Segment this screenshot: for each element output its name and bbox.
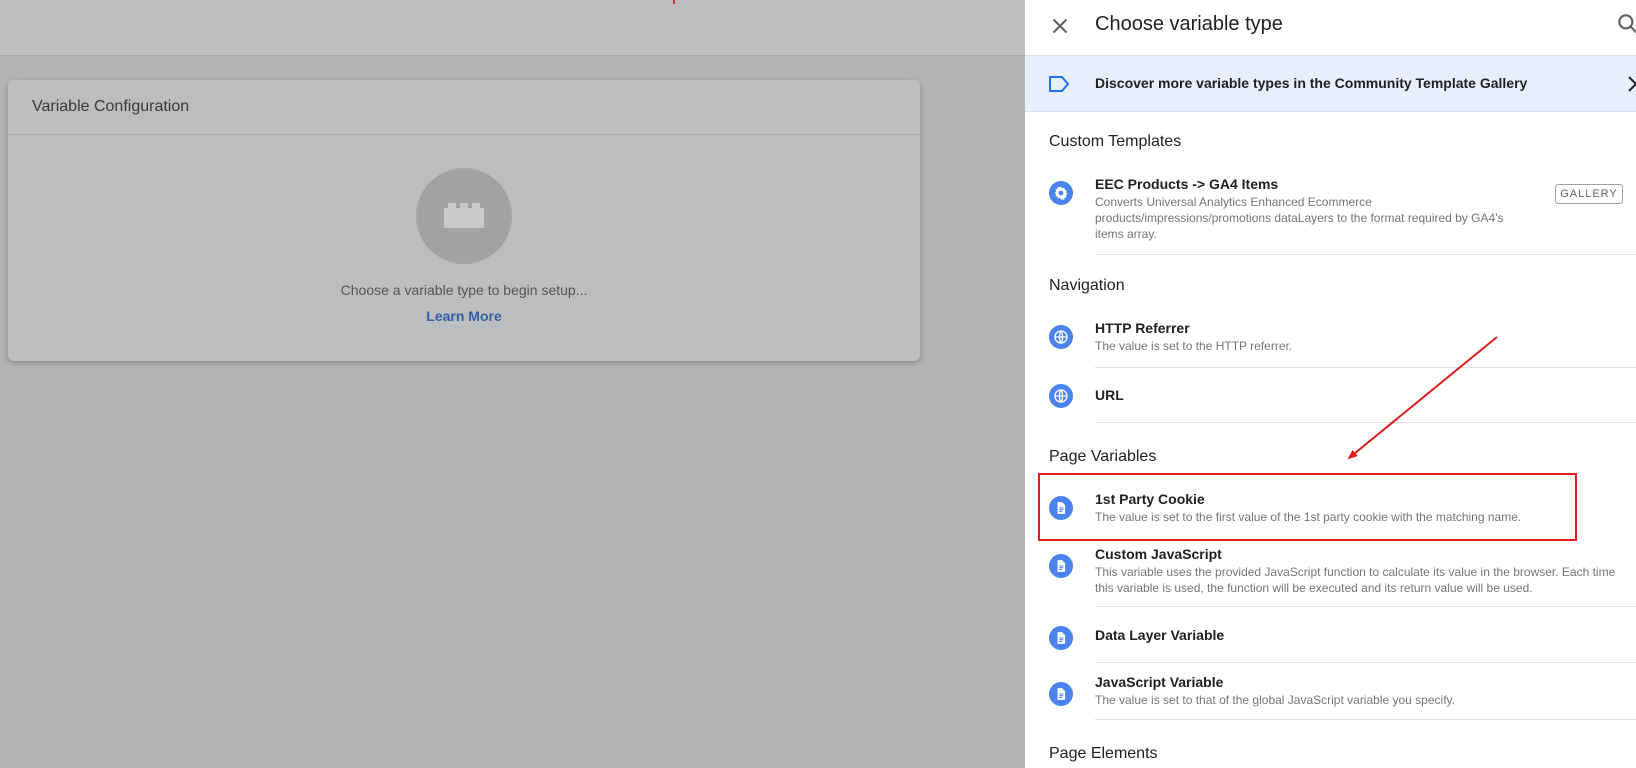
variable-item-custom-javascript[interactable]: Custom JavaScript This variable uses the…: [1049, 546, 1636, 596]
variable-description: The value is set to the HTTP referrer.: [1095, 339, 1293, 353]
community-gallery-banner[interactable]: Discover more variable types in the Comm…: [1025, 56, 1636, 112]
close-icon[interactable]: [1047, 13, 1073, 39]
label-icon: [1049, 76, 1069, 92]
learn-more-link[interactable]: Learn More: [8, 308, 920, 324]
document-icon: [1049, 554, 1073, 578]
divider: [1095, 719, 1636, 720]
variable-item-data-layer-variable[interactable]: Data Layer Variable: [1049, 622, 1636, 652]
chevron-right-icon: [1628, 76, 1636, 92]
variable-description: The value is set to the first value of t…: [1095, 510, 1522, 524]
gallery-button[interactable]: GALLERY: [1555, 184, 1623, 204]
variable-name: HTTP Referrer: [1095, 320, 1190, 336]
section-navigation: Navigation: [1049, 277, 1125, 294]
variable-description: The value is set to that of the global J…: [1095, 693, 1455, 707]
variable-name: EEC Products -> GA4 Items: [1095, 176, 1279, 192]
divider: [1095, 254, 1636, 255]
community-gallery-text: Discover more variable types in the Comm…: [1095, 75, 1528, 91]
document-icon: [1049, 496, 1073, 520]
divider: [1095, 662, 1636, 663]
variable-name: 1st Party Cookie: [1095, 491, 1205, 507]
section-custom-templates: Custom Templates: [1049, 133, 1182, 150]
red-mark: [673, 0, 675, 4]
variable-item-url[interactable]: URL: [1049, 381, 1636, 411]
panel-header: Choose variable type: [1025, 0, 1636, 56]
section-page-elements: Page Elements: [1049, 745, 1158, 762]
divider: [1095, 422, 1636, 423]
top-bar: [0, 0, 1025, 56]
variable-item-javascript-variable[interactable]: JavaScript Variable The value is set to …: [1049, 674, 1636, 714]
card-title: Variable Configuration: [8, 80, 920, 135]
variable-description: This variable uses the provided JavaScri…: [1095, 565, 1616, 595]
variable-name: JavaScript Variable: [1095, 674, 1224, 690]
variable-name: Data Layer Variable: [1095, 627, 1225, 643]
variable-item-http-referrer[interactable]: HTTP Referrer The value is set to the HT…: [1049, 320, 1636, 360]
divider: [1095, 606, 1636, 607]
document-icon: [1049, 626, 1073, 650]
search-icon[interactable]: [1615, 11, 1636, 37]
variable-name: Custom JavaScript: [1095, 546, 1222, 562]
choose-variable-type-panel: Choose variable type Discover more varia…: [1025, 0, 1636, 768]
variable-configuration-card[interactable]: Variable Configuration Choose a variable…: [8, 80, 920, 361]
setup-hint: Choose a variable type to begin setup...: [340, 282, 588, 298]
gear-icon: [1049, 181, 1073, 205]
globe-icon: [1049, 325, 1073, 349]
variable-description: Converts Universal Analytics Enhanced Ec…: [1095, 195, 1504, 241]
variable-item-1st-party-cookie[interactable]: 1st Party Cookie The value is set to the…: [1049, 488, 1636, 528]
section-page-variables: Page Variables: [1049, 448, 1157, 465]
panel-title: Choose variable type: [1095, 13, 1283, 35]
document-icon: [1049, 682, 1073, 706]
variable-item-eec-products[interactable]: EEC Products -> GA4 Items Converts Unive…: [1049, 176, 1636, 246]
variable-type-placeholder[interactable]: [416, 168, 512, 264]
brick-icon: [444, 203, 484, 228]
divider: [1095, 367, 1636, 368]
globe-icon: [1049, 384, 1073, 408]
variable-name: URL: [1095, 387, 1124, 403]
